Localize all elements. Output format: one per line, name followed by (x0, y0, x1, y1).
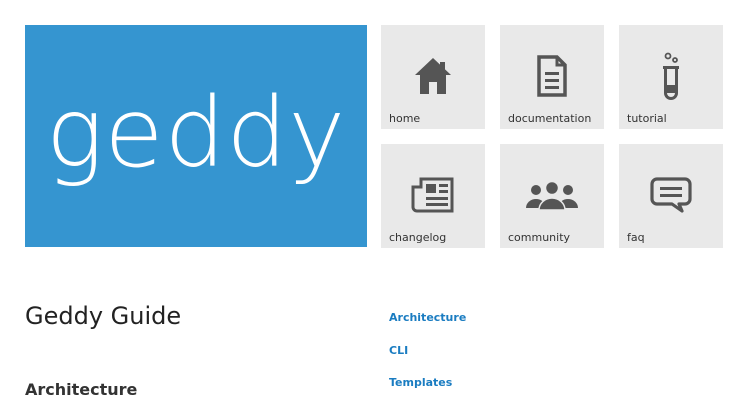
page: geddy home documentation tutorial change… (0, 0, 745, 410)
toc-link-cli[interactable]: CLI (389, 344, 408, 357)
tile-community-label: community (508, 231, 571, 244)
tile-documentation-label: documentation (508, 112, 592, 125)
newspaper-icon (381, 170, 485, 220)
logo-text: geddy (45, 77, 347, 189)
toc-link-templates[interactable]: Templates (389, 376, 452, 389)
home-icon (381, 51, 485, 101)
tile-faq[interactable]: faq (619, 144, 723, 248)
test-tube-icon (619, 51, 723, 101)
tile-community[interactable]: community (500, 144, 604, 248)
tile-changelog-label: changelog (389, 231, 447, 244)
tile-home-label: home (389, 112, 421, 125)
tile-home[interactable]: home (381, 25, 485, 129)
tile-faq-label: faq (627, 231, 645, 244)
section-title: Architecture (25, 380, 138, 399)
guide-title: Geddy Guide (25, 302, 182, 330)
tile-tutorial-label: tutorial (627, 112, 667, 125)
toc-link-architecture[interactable]: Architecture (389, 311, 466, 324)
geddy-logo-tile[interactable]: geddy (25, 25, 367, 247)
tile-documentation[interactable]: documentation (500, 25, 604, 129)
speech-bubble-icon (619, 170, 723, 220)
people-icon (500, 170, 604, 220)
document-icon (500, 51, 604, 101)
tile-tutorial[interactable]: tutorial (619, 25, 723, 129)
tile-changelog[interactable]: changelog (381, 144, 485, 248)
